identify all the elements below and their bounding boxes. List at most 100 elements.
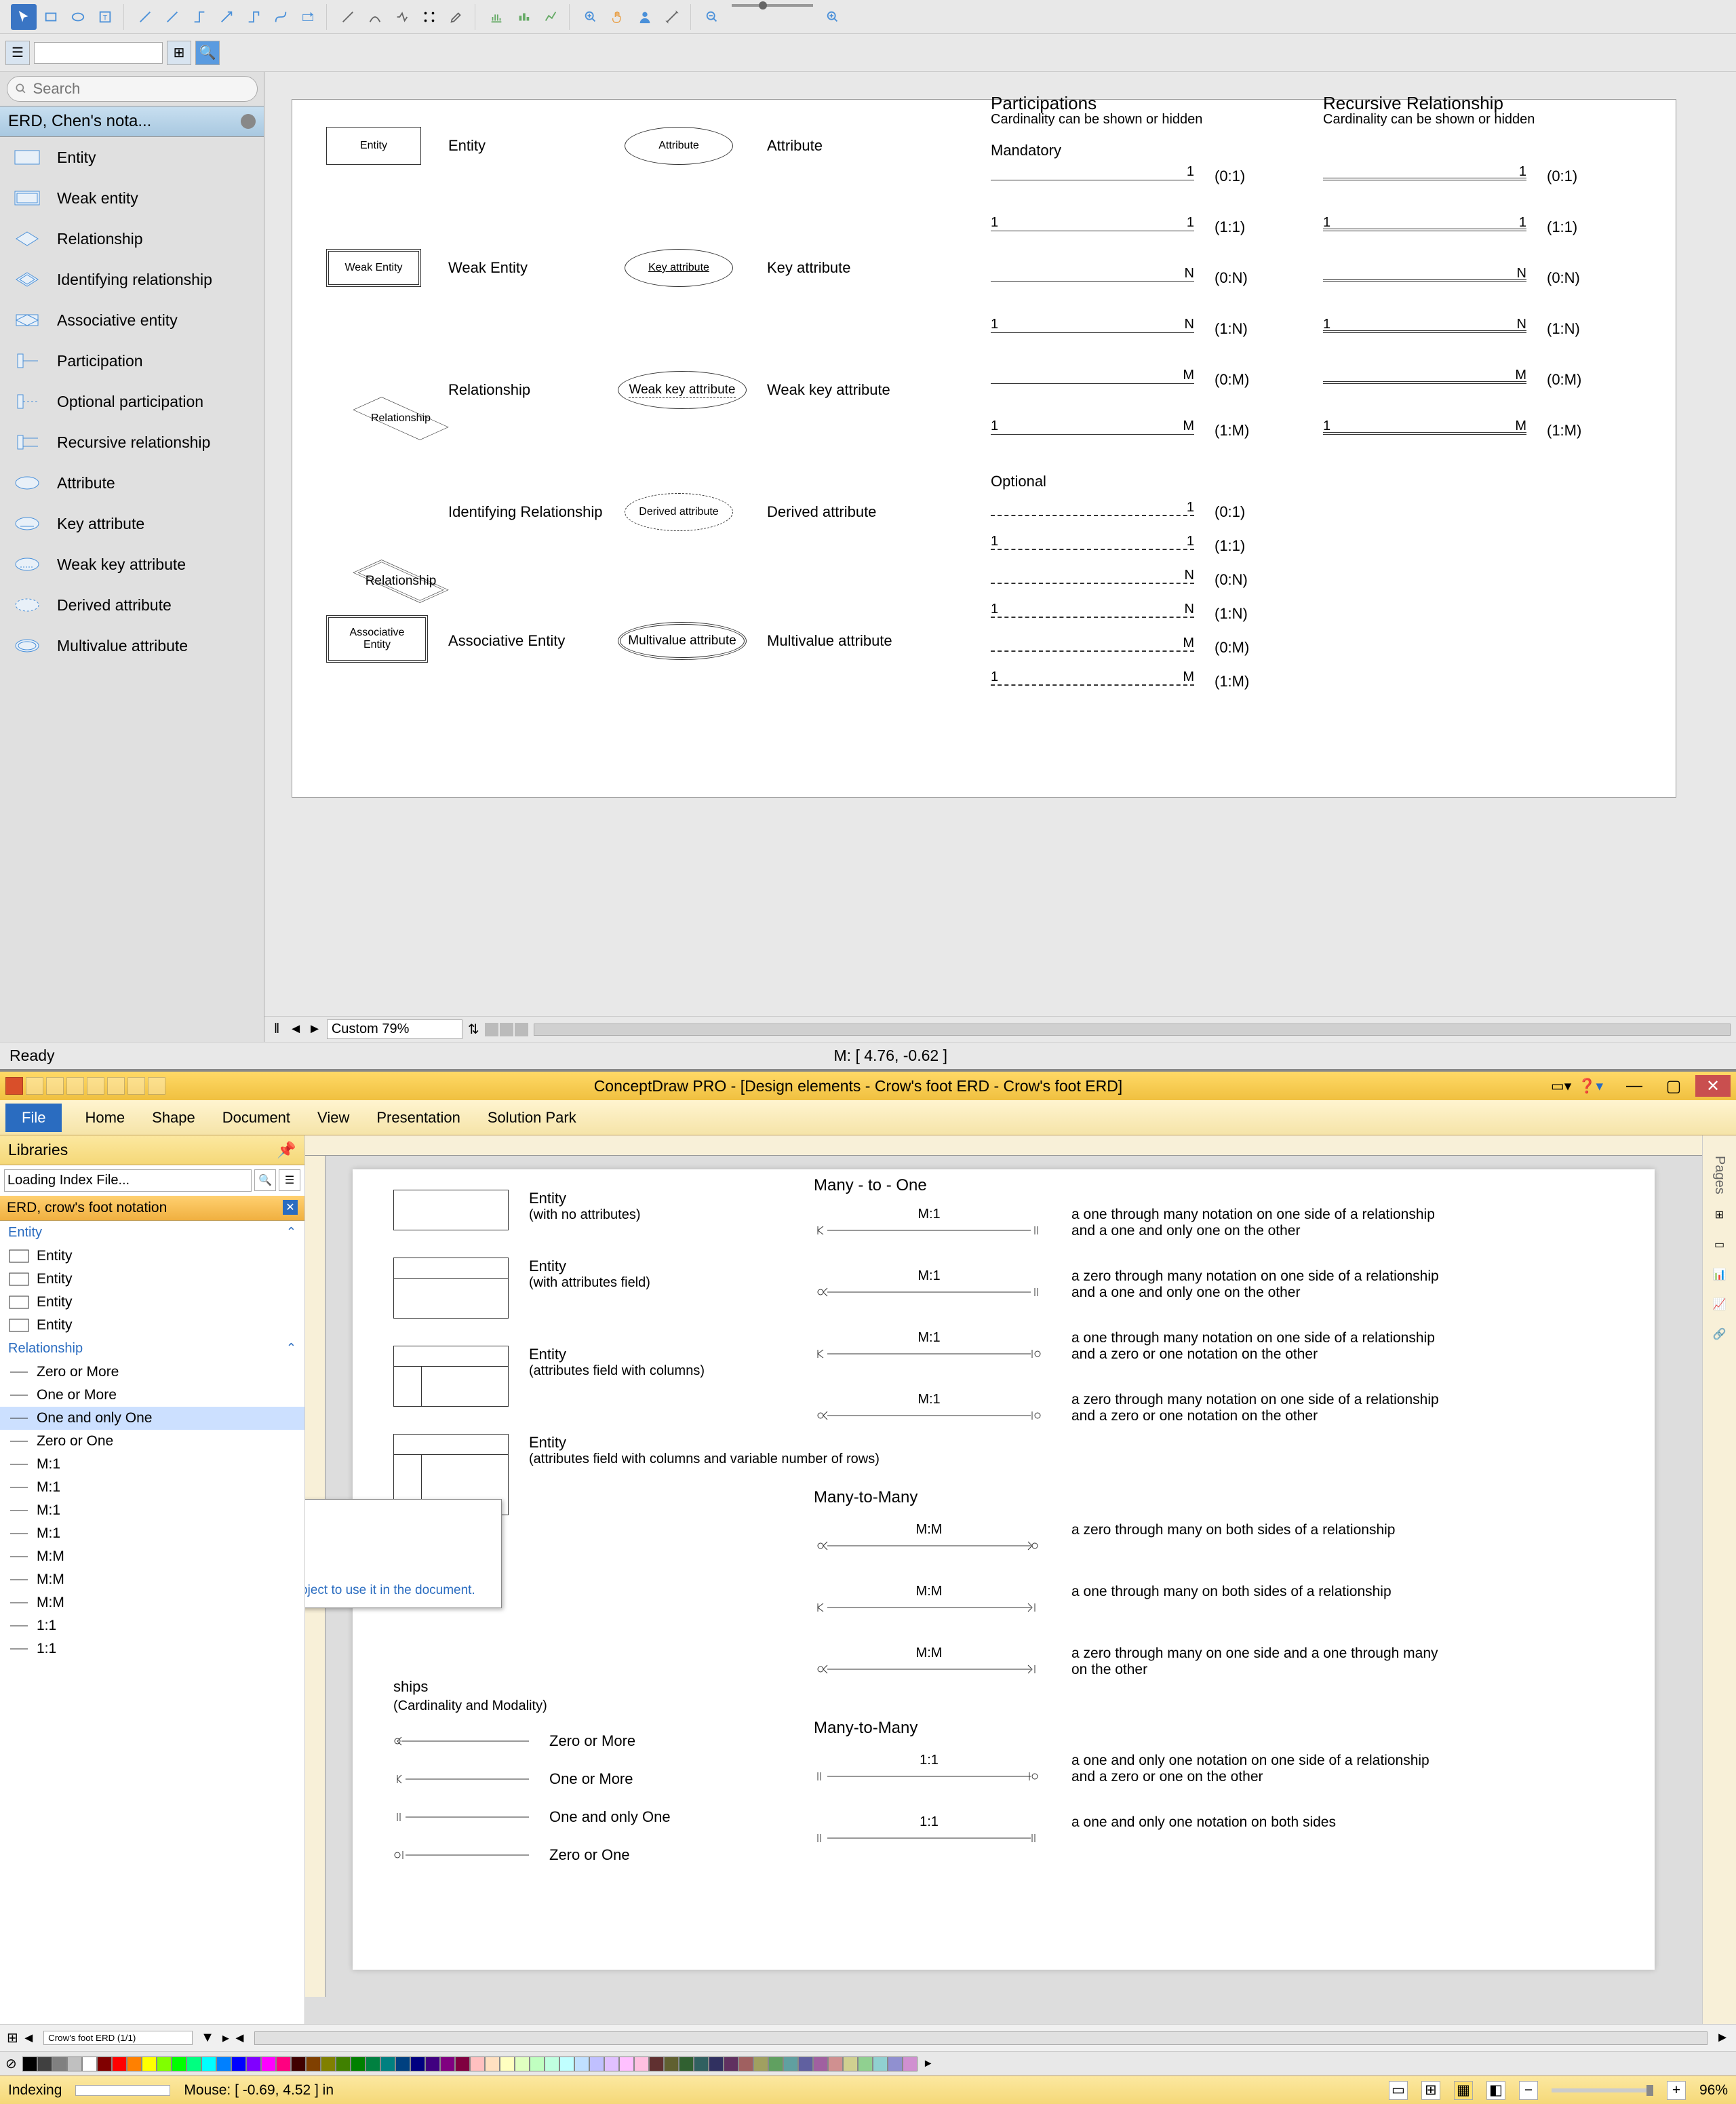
view-mode-2[interactable]: ⊞ (1421, 2081, 1440, 2100)
color-swatch[interactable] (186, 2057, 201, 2071)
lib-item-weak-key-attribute[interactable]: Weak key attribute (0, 544, 264, 585)
maximize-button[interactable]: ▢ (1656, 1075, 1691, 1097)
text-tool[interactable]: T (92, 4, 118, 30)
qat-extra-icon[interactable] (148, 1077, 165, 1095)
color-swatch[interactable] (709, 2057, 724, 2071)
side-btn-2[interactable]: ▭ (1706, 1231, 1733, 1258)
lib-item-weak-entity[interactable]: Weak entity (0, 178, 264, 218)
connector-tool-2[interactable] (186, 4, 212, 30)
lib-item-derived-attribute[interactable]: Derived attribute (0, 585, 264, 625)
color-swatch[interactable] (768, 2057, 783, 2071)
color-none-icon[interactable]: ⊘ (5, 2055, 17, 2072)
color-swatch[interactable] (559, 2057, 574, 2071)
qat-new-icon[interactable] (26, 1077, 43, 1095)
color-swatch[interactable] (246, 2057, 261, 2071)
color-swatch[interactable] (157, 2057, 172, 2071)
lib2-rel-10[interactable]: M:M (0, 1591, 304, 1614)
lib2-rel-2[interactable]: One and only One (0, 1407, 304, 1430)
color-swatch[interactable] (738, 2057, 753, 2071)
ribbon-tab-document[interactable]: Document (209, 1104, 304, 1132)
zoom-stepper-icon[interactable]: ⇅ (468, 1021, 479, 1038)
lib2-entity-3[interactable]: Entity (0, 1314, 304, 1337)
library-header[interactable]: ERD, Chen's nota... (0, 106, 264, 137)
minimize-button[interactable]: — (1617, 1075, 1652, 1097)
color-swatch[interactable] (500, 2057, 515, 2071)
ribbon-tab-home[interactable]: Home (71, 1104, 138, 1132)
lib2-rel-0[interactable]: Zero or More (0, 1361, 304, 1384)
color-swatch[interactable] (321, 2057, 336, 2071)
panel-toggle-icon[interactable]: ☰ (5, 41, 30, 65)
color-swatch[interactable] (545, 2057, 559, 2071)
color-swatch[interactable] (410, 2057, 425, 2071)
color-swatch[interactable] (873, 2057, 888, 2071)
close-button[interactable]: ✕ (1695, 1075, 1731, 1097)
color-swatch[interactable] (67, 2057, 82, 2071)
node-tool[interactable] (416, 4, 442, 30)
drawing-page[interactable]: Entity(with no attributes)Entity(with at… (353, 1169, 1655, 1970)
lib2-close-icon[interactable]: ✕ (283, 1200, 298, 1215)
lib2-entity-0[interactable]: Entity (0, 1245, 304, 1268)
color-swatch[interactable] (694, 2057, 709, 2071)
pin-icon[interactable]: 📌 (277, 1141, 296, 1159)
close-library-icon[interactable] (241, 114, 256, 129)
canvas2-viewport[interactable]: Entity(with no attributes)Entity(with at… (305, 1135, 1702, 2024)
side-btn-3[interactable]: 📊 (1706, 1261, 1733, 1288)
hand-tool[interactable] (605, 4, 631, 30)
color-swatch[interactable] (888, 2057, 903, 2071)
color-swatch[interactable] (127, 2057, 142, 2071)
connector-tool-4[interactable] (241, 4, 267, 30)
color-swatch[interactable] (470, 2057, 485, 2071)
color-swatch[interactable] (351, 2057, 366, 2071)
qat-menu-icon[interactable] (5, 1077, 23, 1095)
color-swatch[interactable] (440, 2057, 455, 2071)
library-search-input[interactable] (7, 76, 258, 102)
qat-print-icon[interactable] (87, 1077, 104, 1095)
color-swatch[interactable] (216, 2057, 231, 2071)
side-btn-4[interactable]: 📈 (1706, 1291, 1733, 1318)
color-swatch[interactable] (172, 2057, 186, 2071)
canvas-viewport[interactable]: Entity Entity Weak Entity Weak Entity Re… (264, 72, 1736, 1042)
search-go-icon[interactable]: 🔍 (254, 1169, 276, 1191)
drawing-canvas[interactable]: Entity Entity Weak Entity Weak Entity Re… (292, 99, 1676, 798)
lib2-rel-11[interactable]: 1:1 (0, 1614, 304, 1637)
color-swatch[interactable] (843, 2057, 858, 2071)
zoom-slider[interactable] (732, 4, 813, 7)
lib2-rel-4[interactable]: M:1 (0, 1453, 304, 1476)
hscrollbar[interactable] (534, 1024, 1731, 1036)
lib2-rel-3[interactable]: Zero or One (0, 1430, 304, 1453)
color-swatch[interactable] (604, 2057, 619, 2071)
color-swatch[interactable] (634, 2057, 649, 2071)
zoom-slider2[interactable] (1552, 2088, 1653, 2092)
color-swatch[interactable] (753, 2057, 768, 2071)
doctab-dropdown[interactable]: ▼ (201, 2030, 214, 2046)
color-swatch[interactable] (82, 2057, 97, 2071)
side-btn-5[interactable]: 🔗 (1706, 1321, 1733, 1348)
color-more-icon[interactable]: ► (923, 2058, 934, 2070)
qat-redo-icon[interactable] (127, 1077, 145, 1095)
zoom-out-icon[interactable] (699, 4, 725, 30)
color-swatch[interactable] (112, 2057, 127, 2071)
lib-item-recursive-relationship[interactable]: Recursive relationship (0, 422, 264, 463)
ribbon-tab-solution-park[interactable]: Solution Park (474, 1104, 590, 1132)
doctab-name[interactable] (43, 2031, 193, 2045)
color-swatch[interactable] (828, 2057, 843, 2071)
zoom-in-tool[interactable] (578, 4, 604, 30)
color-swatch[interactable] (276, 2057, 291, 2071)
color-swatch[interactable] (366, 2057, 380, 2071)
connector-tool-1[interactable] (159, 4, 185, 30)
view-mode-3[interactable]: ▦ (1454, 2081, 1473, 2100)
zoom-in-icon[interactable] (820, 4, 846, 30)
lib-item-multivalue-attribute[interactable]: Multivalue attribute (0, 625, 264, 666)
connector-tool-5[interactable] (268, 4, 294, 30)
zoom-in-btn[interactable]: + (1667, 2081, 1686, 2100)
view-mode-1[interactable]: ▭ (1389, 2081, 1408, 2100)
ribbon-tab-shape[interactable]: Shape (138, 1104, 209, 1132)
lib-item-optional-participation[interactable]: Optional participation (0, 381, 264, 422)
lib-item-associative-entity[interactable]: Associative entity (0, 300, 264, 340)
lib-item-identifying-relationship[interactable]: Identifying relationship (0, 259, 264, 300)
freehand-tool[interactable] (389, 4, 415, 30)
lib2-rel-6[interactable]: M:1 (0, 1499, 304, 1522)
tab-nav-prev[interactable]: ⊞ ◄ (7, 2029, 35, 2046)
color-swatch[interactable] (455, 2057, 470, 2071)
color-swatch[interactable] (395, 2057, 410, 2071)
